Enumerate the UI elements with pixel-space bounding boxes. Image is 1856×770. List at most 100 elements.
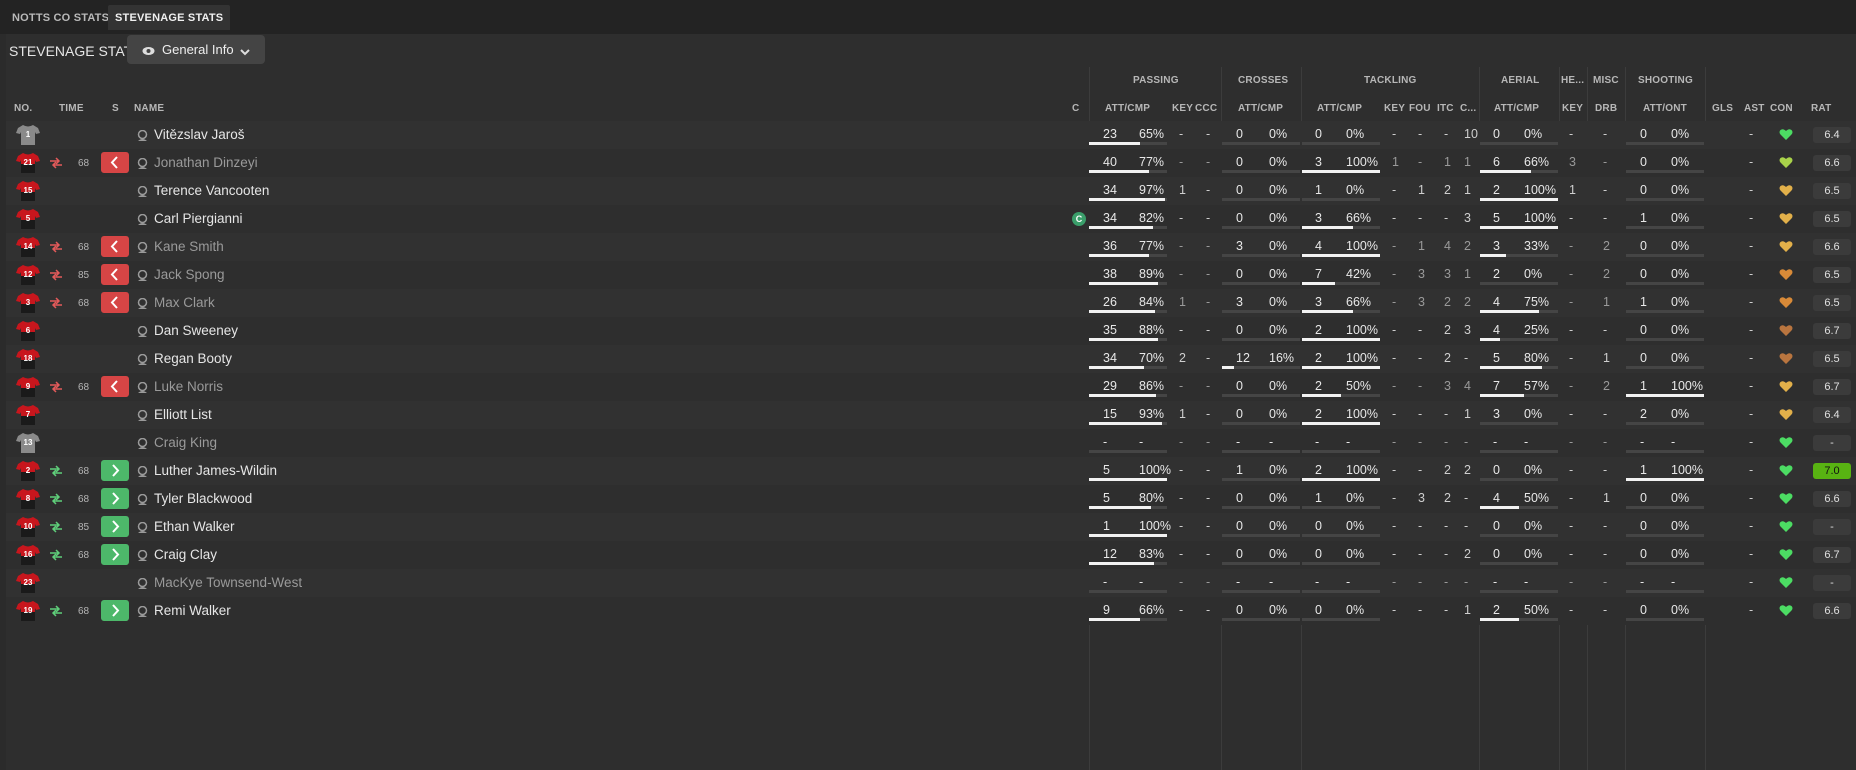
pass-key: 1: [1179, 295, 1186, 309]
player-name[interactable]: MacKye Townsend-West: [154, 575, 302, 590]
aerial-completion: 100%: [1524, 211, 1556, 225]
table-row[interactable]: 21 68 Jonathan Dinzeyi 40 77% - -0 0% 3 100% 1-1 1 6…: [6, 149, 1856, 177]
col-header-shoot-attont[interactable]: ATT/ONT: [1643, 103, 1687, 114]
table-row[interactable]: 15 Terence Vancooten 34 97% 1-0 0% 1 0% -1 2 1 2 100…: [6, 177, 1856, 205]
table-row[interactable]: 6 Dan Sweeney 35 88% - -0 0% 2 100% - -2 3 4 25% - -0 0%…: [6, 317, 1856, 345]
subbed-on-button[interactable]: [101, 488, 129, 509]
table-row[interactable]: 3 68 Max Clark 26 84% 1 - 3 0% 3 66% - 3 2 2 4 75% - 1 1 0% -…: [6, 289, 1856, 317]
table-row[interactable]: 8 68 Tyler Blackwood 5 80% - -0 0% 1 0% -3 2-4 50% -1…: [6, 485, 1856, 513]
table-row[interactable]: 12 85 Jack Spong 38 89% - -0 0% 7 42% -3 3 1 2 0% -2 0 0%…: [6, 261, 1856, 289]
table-row[interactable]: 23 MacKye Townsend-West - - - - - - - - - - - - - - - - - -…: [6, 569, 1856, 597]
tab-notts-co-stats[interactable]: NOTTS CO STATS: [5, 5, 116, 30]
player-name[interactable]: Tyler Blackwood: [154, 491, 252, 506]
cross-completion: -: [1269, 435, 1274, 449]
subbed-on-button[interactable]: [101, 544, 129, 565]
player-name[interactable]: Vitězslav Jaroš: [154, 127, 245, 142]
table-row[interactable]: 2 68 Luther James-Wildin 5 100% - -1 0% 2 100% - -2…: [6, 457, 1856, 485]
table-row[interactable]: 7 Elliott List 15 93% 1-0 0% 2 100% - - -1 3 0% - -2 0%…: [6, 401, 1856, 429]
rating-badge: 6.4: [1813, 407, 1851, 423]
col-header-time[interactable]: TIME: [59, 103, 84, 114]
col-header-tack-c[interactable]: C...: [1460, 103, 1476, 114]
progress-bar: [1480, 534, 1558, 537]
col-header-name[interactable]: NAME: [134, 103, 164, 114]
table-row[interactable]: 13 Craig King - - - - - - - - - - - - - - - - - - - -: [6, 429, 1856, 457]
table-row[interactable]: 1 Vitězslav Jaroš 23 65% - -0 0% 0 0% - - -10 0 0% - -0…: [6, 121, 1856, 149]
col-header-cross-attcmp[interactable]: ATT/CMP: [1238, 103, 1283, 114]
player-name[interactable]: Terence Vancooten: [154, 183, 269, 198]
subbed-off-button[interactable]: [101, 236, 129, 257]
col-header-head-key[interactable]: KEY: [1562, 103, 1583, 114]
subbed-on-button[interactable]: [101, 516, 129, 537]
player-name[interactable]: Elliott List: [154, 407, 212, 422]
cross-completion: 0%: [1269, 519, 1288, 533]
aerial-completion: 100%: [1524, 183, 1556, 197]
subbed-off-button[interactable]: [101, 152, 129, 173]
table-row[interactable]: 18 Regan Booty 34 70% 2-12 16% 2 100% - -2-5 80% -1…: [6, 345, 1856, 373]
table-row[interactable]: 19 68 Remi Walker 9 66% - -0 0% 0 0% - - -1 2 50% - -0 0%…: [6, 597, 1856, 625]
aerial-attempts: 6: [1493, 155, 1500, 169]
pass-ccc: -: [1206, 155, 1211, 169]
table-row[interactable]: 14 68 Kane Smith 36 77% - -3 0% 4 100% -1 4 2 3 33% -2 0…: [6, 233, 1856, 261]
misc-drb: 2: [1603, 267, 1610, 281]
col-header-s[interactable]: S: [112, 103, 119, 114]
player-name[interactable]: Jack Spong: [154, 267, 225, 282]
shirt-number: 5: [25, 214, 31, 223]
aerial-completion: 50%: [1524, 603, 1550, 617]
player-name[interactable]: Dan Sweeney: [154, 323, 238, 338]
progress-bar: [1302, 142, 1380, 145]
col-header-tack-key[interactable]: KEY: [1384, 103, 1405, 114]
player-name[interactable]: Craig Clay: [154, 547, 217, 562]
aerial-completion: 0%: [1524, 547, 1543, 561]
col-header-pass-key[interactable]: KEY: [1172, 103, 1193, 114]
player-name[interactable]: Luther James-Wildin: [154, 463, 277, 478]
table-row[interactable]: 10 85 Ethan Walker 1 100% - -0 0% 0 0% - - - -0 0% - -0 0…: [6, 513, 1856, 541]
aerial-attempts: 3: [1493, 407, 1500, 421]
table-row[interactable]: 5 Carl Piergianni C 34 82% - -0 0% 3 66% - - -3 5 100%…: [6, 205, 1856, 233]
subbed-on-button[interactable]: [101, 460, 129, 481]
shot-on-target: -: [1671, 575, 1676, 589]
player-name[interactable]: Max Clark: [154, 295, 215, 310]
player-name[interactable]: Remi Walker: [154, 603, 231, 618]
player-name[interactable]: Craig King: [154, 435, 217, 450]
table-row[interactable]: 16 68 Craig Clay 12 83% - -0 0% 0 0% - - -2 0 0% - -0 0% -…: [6, 541, 1856, 569]
col-header-pass-attcmp[interactable]: ATT/CMP: [1105, 103, 1150, 114]
pass-key: -: [1179, 491, 1184, 505]
assists: -: [1749, 127, 1754, 141]
col-header-no[interactable]: NO.: [14, 103, 32, 114]
player-name[interactable]: Jonathan Dinzeyi: [154, 155, 258, 170]
player-name[interactable]: Carl Piergianni: [154, 211, 243, 226]
shot-on-target: 0%: [1671, 351, 1690, 365]
tackle-itc: -: [1444, 127, 1449, 141]
col-header-pass-ccc[interactable]: CCC: [1195, 103, 1217, 114]
progress-bar-fill: [1302, 282, 1335, 285]
subbed-off-button[interactable]: [101, 376, 129, 397]
player-name[interactable]: Kane Smith: [154, 239, 224, 254]
col-header-con[interactable]: CON: [1770, 103, 1793, 114]
col-header-c[interactable]: C: [1072, 103, 1079, 114]
pass-attempts: 5: [1103, 491, 1110, 505]
person-icon: [137, 465, 148, 480]
col-header-tack-fou[interactable]: FOU: [1409, 103, 1431, 114]
subbed-on-button[interactable]: [101, 600, 129, 621]
subbed-off-button[interactable]: [101, 292, 129, 313]
tackle-fou: -: [1418, 379, 1423, 393]
subbed-off-button[interactable]: [101, 264, 129, 285]
player-name[interactable]: Luke Norris: [154, 379, 223, 394]
col-header-tack-itc[interactable]: ITC: [1437, 103, 1454, 114]
table-row[interactable]: 9 68 Luke Norris 29 86% - -0 0% 2 50% - -3 4 7 57% -2 1 1…: [6, 373, 1856, 401]
shot-attempts: 0: [1640, 491, 1647, 505]
view-selector-dropdown[interactable]: General Info: [127, 35, 265, 64]
player-name[interactable]: Ethan Walker: [154, 519, 235, 534]
col-header-rat[interactable]: RAT: [1811, 103, 1831, 114]
col-header-ast[interactable]: AST: [1744, 103, 1765, 114]
pass-attempts: 38: [1103, 267, 1117, 281]
col-header-aer-attcmp[interactable]: ATT/CMP: [1494, 103, 1539, 114]
col-header-misc-drb[interactable]: DRB: [1595, 103, 1617, 114]
progress-bar: [1626, 534, 1704, 537]
col-header-tack-attcmp[interactable]: ATT/CMP: [1317, 103, 1362, 114]
shirt-number: 1: [25, 130, 31, 139]
col-header-gls[interactable]: GLS: [1712, 103, 1733, 114]
progress-bar: [1302, 450, 1380, 453]
tab-stevenage-stats[interactable]: STEVENAGE STATS: [108, 5, 231, 30]
player-name[interactable]: Regan Booty: [154, 351, 232, 366]
